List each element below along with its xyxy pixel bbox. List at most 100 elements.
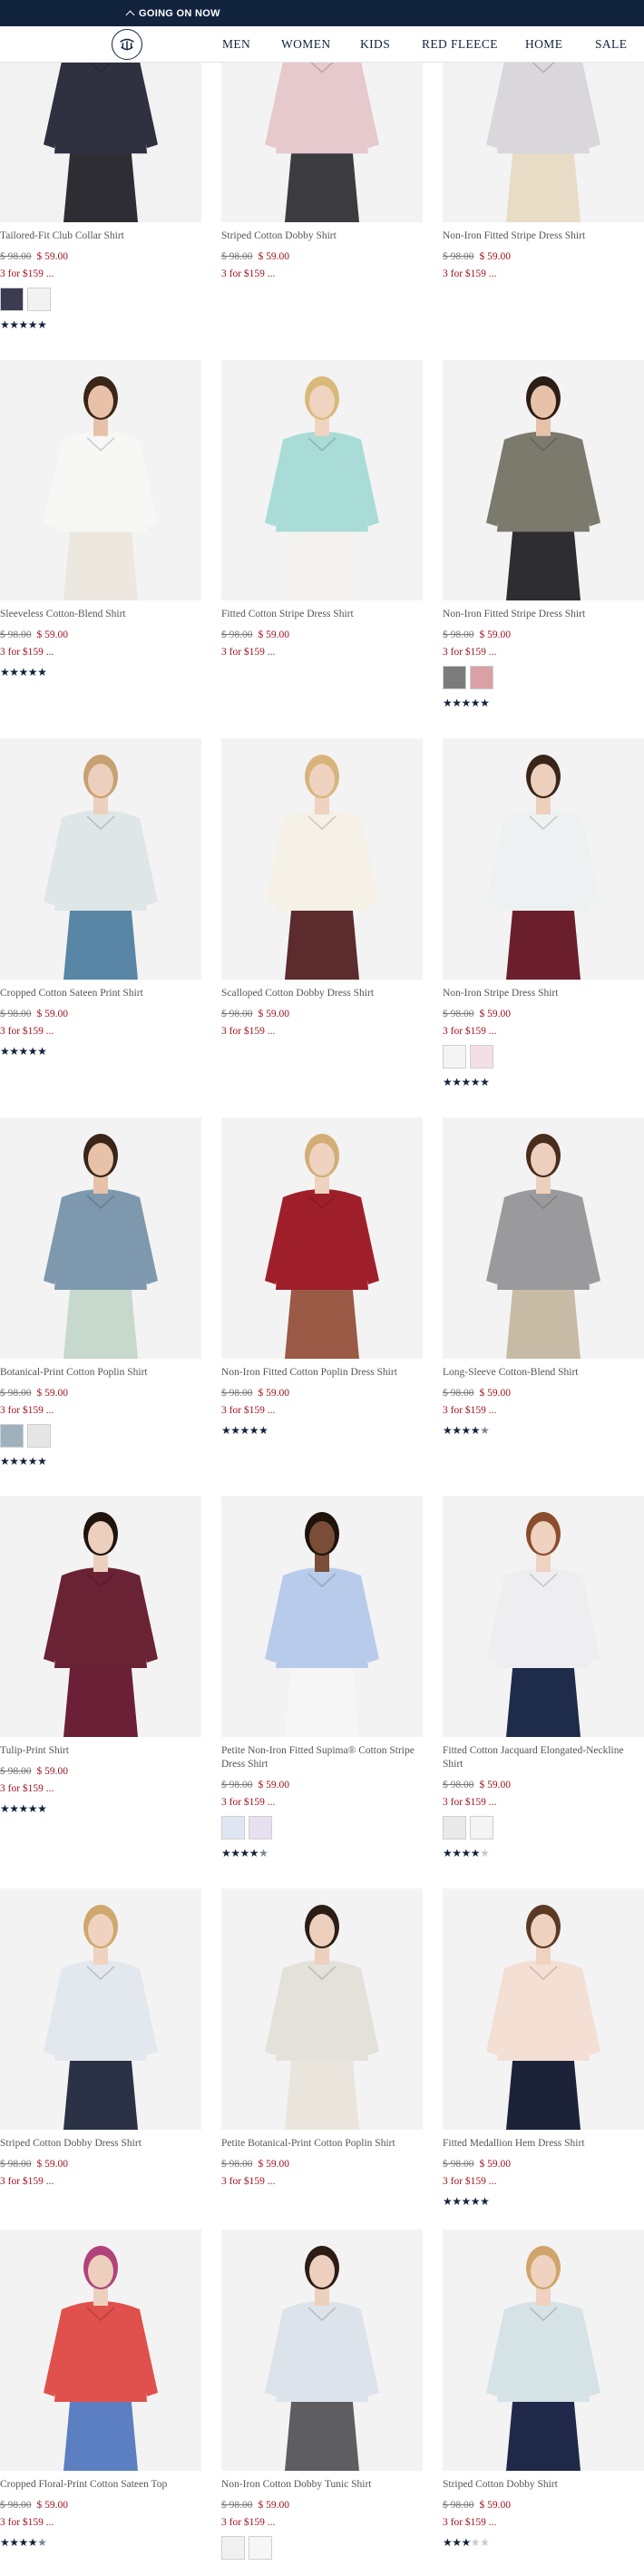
promo-deal-link[interactable]: 3 for $159 ... [0,1025,54,1039]
color-swatch[interactable] [27,1424,51,1448]
promo-toggle-button[interactable]: GOING ON NOW [125,0,220,26]
product-image[interactable] [0,360,201,600]
product-image[interactable] [221,2230,423,2471]
product-image[interactable] [221,1888,423,2130]
product-card[interactable]: Tulip-Print Shirt $ 98.00 $ 59.00 3 for $15… [0,1496,201,1891]
product-image[interactable] [221,738,423,980]
product-name[interactable]: Non-Iron Fitted Cotton Poplin Dress Shir… [221,1366,423,1380]
product-card[interactable]: Fitted Cotton Jacquard Elongated-Necklin… [443,1496,644,1891]
promo-deal-link[interactable]: 3 for $159 ... [0,268,54,281]
promo-deal-link[interactable]: 3 for $159 ... [443,2175,496,2189]
product-card[interactable]: Scalloped Cotton Dobby Dress Shirt $ 98.0… [221,738,423,1134]
color-swatch[interactable] [249,2536,272,2560]
product-name[interactable]: Tailored-Fit Club Collar Shirt [0,229,201,243]
color-swatch[interactable] [249,1816,272,1839]
product-name[interactable]: Botanical-Print Cotton Poplin Shirt [0,1366,201,1380]
product-name[interactable]: Non-Iron Cotton Dobby Tunic Shirt [221,2478,423,2492]
promo-deal-link[interactable]: 3 for $159 ... [221,1025,275,1039]
nav-item-women[interactable]: WOMEN [281,26,331,63]
star-rating[interactable]: ★★★★★ [443,697,490,709]
star-rating[interactable]: ★★★★★ [443,2195,490,2208]
promo-deal-link[interactable]: 3 for $159 ... [443,2516,496,2530]
product-card[interactable]: Non-Iron Fitted Stripe Dress Shirt $ 98.0… [443,360,644,755]
product-image[interactable] [443,1117,644,1359]
product-image[interactable] [0,1888,201,2130]
promo-deal-link[interactable]: 3 for $159 ... [221,1796,275,1810]
golden-fleece-logo-icon[interactable] [112,29,142,60]
star-rating[interactable]: ★★★★★ [0,666,47,678]
product-card[interactable]: Petite Botanical-Print Cotton Poplin Shi… [221,1888,423,2284]
product-image[interactable] [443,2230,644,2471]
product-name[interactable]: Fitted Medallion Hem Dress Shirt [443,2137,644,2151]
color-swatch[interactable] [443,1816,466,1839]
color-swatch[interactable] [443,1045,466,1068]
promo-deal-link[interactable]: 3 for $159 ... [221,2516,275,2530]
product-image[interactable] [443,1496,644,1737]
product-name[interactable]: Non-Iron Fitted Stripe Dress Shirt [443,608,644,621]
color-swatch[interactable] [0,1424,24,1448]
color-swatch[interactable] [221,2536,245,2560]
promo-deal-link[interactable]: 3 for $159 ... [443,1025,496,1039]
star-rating[interactable]: ★★★★★ [443,1076,490,1088]
star-rating[interactable]: ★★★★★ [0,318,47,331]
product-name[interactable]: Long-Sleeve Cotton-Blend Shirt [443,1366,644,1380]
promo-deal-link[interactable]: 3 for $159 ... [0,646,54,659]
product-card[interactable]: Botanical-Print Cotton Poplin Shirt $ 98.… [0,1117,201,1513]
product-image[interactable] [443,738,644,980]
product-card[interactable]: Non-Iron Cotton Dobby Tunic Shirt $ 98.00… [221,2230,423,2576]
product-image[interactable] [221,1117,423,1359]
star-rating[interactable]: ★★★★★ [443,1424,490,1437]
color-swatch[interactable] [27,288,51,311]
color-swatch[interactable] [443,666,466,689]
product-name[interactable]: Scalloped Cotton Dobby Dress Shirt [221,987,423,1000]
product-name[interactable]: Petite Non-Iron Fitted Supima® Cotton St… [221,1744,423,1771]
product-card[interactable]: Non-Iron Stripe Dress Shirt $ 98.00 $ 59.0… [443,738,644,1134]
product-name[interactable]: Cropped Floral-Print Cotton Sateen Top [0,2478,201,2492]
nav-item-home[interactable]: HOME [525,26,562,63]
star-rating[interactable]: ★★★★★ [0,2536,47,2549]
star-rating[interactable]: ★★★★★ [0,1802,47,1815]
promo-deal-link[interactable]: 3 for $159 ... [221,2175,275,2189]
product-image[interactable] [221,1496,423,1737]
product-image[interactable] [221,360,423,600]
product-card[interactable]: Striped Cotton Dobby Dress Shirt $ 98.00 $… [0,1888,201,2284]
nav-item-red-fleece[interactable]: RED FLEECE [422,26,498,63]
product-card[interactable]: Long-Sleeve Cotton-Blend Shirt $ 98.00 $ 5… [443,1117,644,1513]
promo-deal-link[interactable]: 3 for $159 ... [221,1404,275,1418]
product-image[interactable] [443,360,644,600]
product-image[interactable] [0,2230,201,2471]
product-name[interactable]: Sleeveless Cotton-Blend Shirt [0,608,201,621]
product-name[interactable]: Tulip-Print Shirt [0,1744,201,1758]
promo-deal-link[interactable]: 3 for $159 ... [0,2175,54,2189]
product-name[interactable]: Striped Cotton Dobby Shirt [443,2478,644,2492]
star-rating[interactable]: ★★★★★ [0,1455,47,1468]
product-card[interactable]: Sleeveless Cotton-Blend Shirt $ 98.00 $ 59… [0,360,201,755]
product-card[interactable]: Striped Cotton Dobby Shirt $ 98.00 $ 59.00… [443,2230,644,2576]
product-card[interactable]: Petite Non-Iron Fitted Supima® Cotton St… [221,1496,423,1891]
product-name[interactable]: Striped Cotton Dobby Dress Shirt [0,2137,201,2151]
promo-deal-link[interactable]: 3 for $159 ... [221,646,275,659]
product-image[interactable] [443,1888,644,2130]
promo-deal-link[interactable]: 3 for $159 ... [0,1782,54,1796]
star-rating[interactable]: ★★★★★ [443,1847,490,1859]
promo-deal-link[interactable]: 3 for $159 ... [0,2516,54,2530]
star-rating[interactable]: ★★★★★ [221,1424,268,1437]
star-rating[interactable]: ★★★★★ [443,2536,490,2549]
color-swatch[interactable] [470,1816,493,1839]
promo-deal-link[interactable]: 3 for $159 ... [443,268,496,281]
nav-item-sale[interactable]: SALE [595,26,627,63]
nav-item-kids[interactable]: KIDS [360,26,390,63]
product-name[interactable]: Non-Iron Stripe Dress Shirt [443,987,644,1000]
product-name[interactable]: Cropped Cotton Sateen Print Shirt [0,987,201,1000]
product-card[interactable]: Fitted Cotton Stripe Dress Shirt $ 98.00 $… [221,360,423,755]
product-image[interactable] [0,738,201,980]
product-name[interactable]: Petite Botanical-Print Cotton Poplin Shi… [221,2137,423,2151]
color-swatch[interactable] [470,666,493,689]
product-name[interactable]: Fitted Cotton Jacquard Elongated-Necklin… [443,1744,644,1771]
promo-deal-link[interactable]: 3 for $159 ... [0,1404,54,1418]
promo-deal-link[interactable]: 3 for $159 ... [443,1404,496,1418]
star-rating[interactable]: ★★★★★ [0,1045,47,1058]
product-card[interactable]: Cropped Cotton Sateen Print Shirt $ 98.00… [0,738,201,1134]
color-swatch[interactable] [221,1816,245,1839]
promo-deal-link[interactable]: 3 for $159 ... [443,646,496,659]
